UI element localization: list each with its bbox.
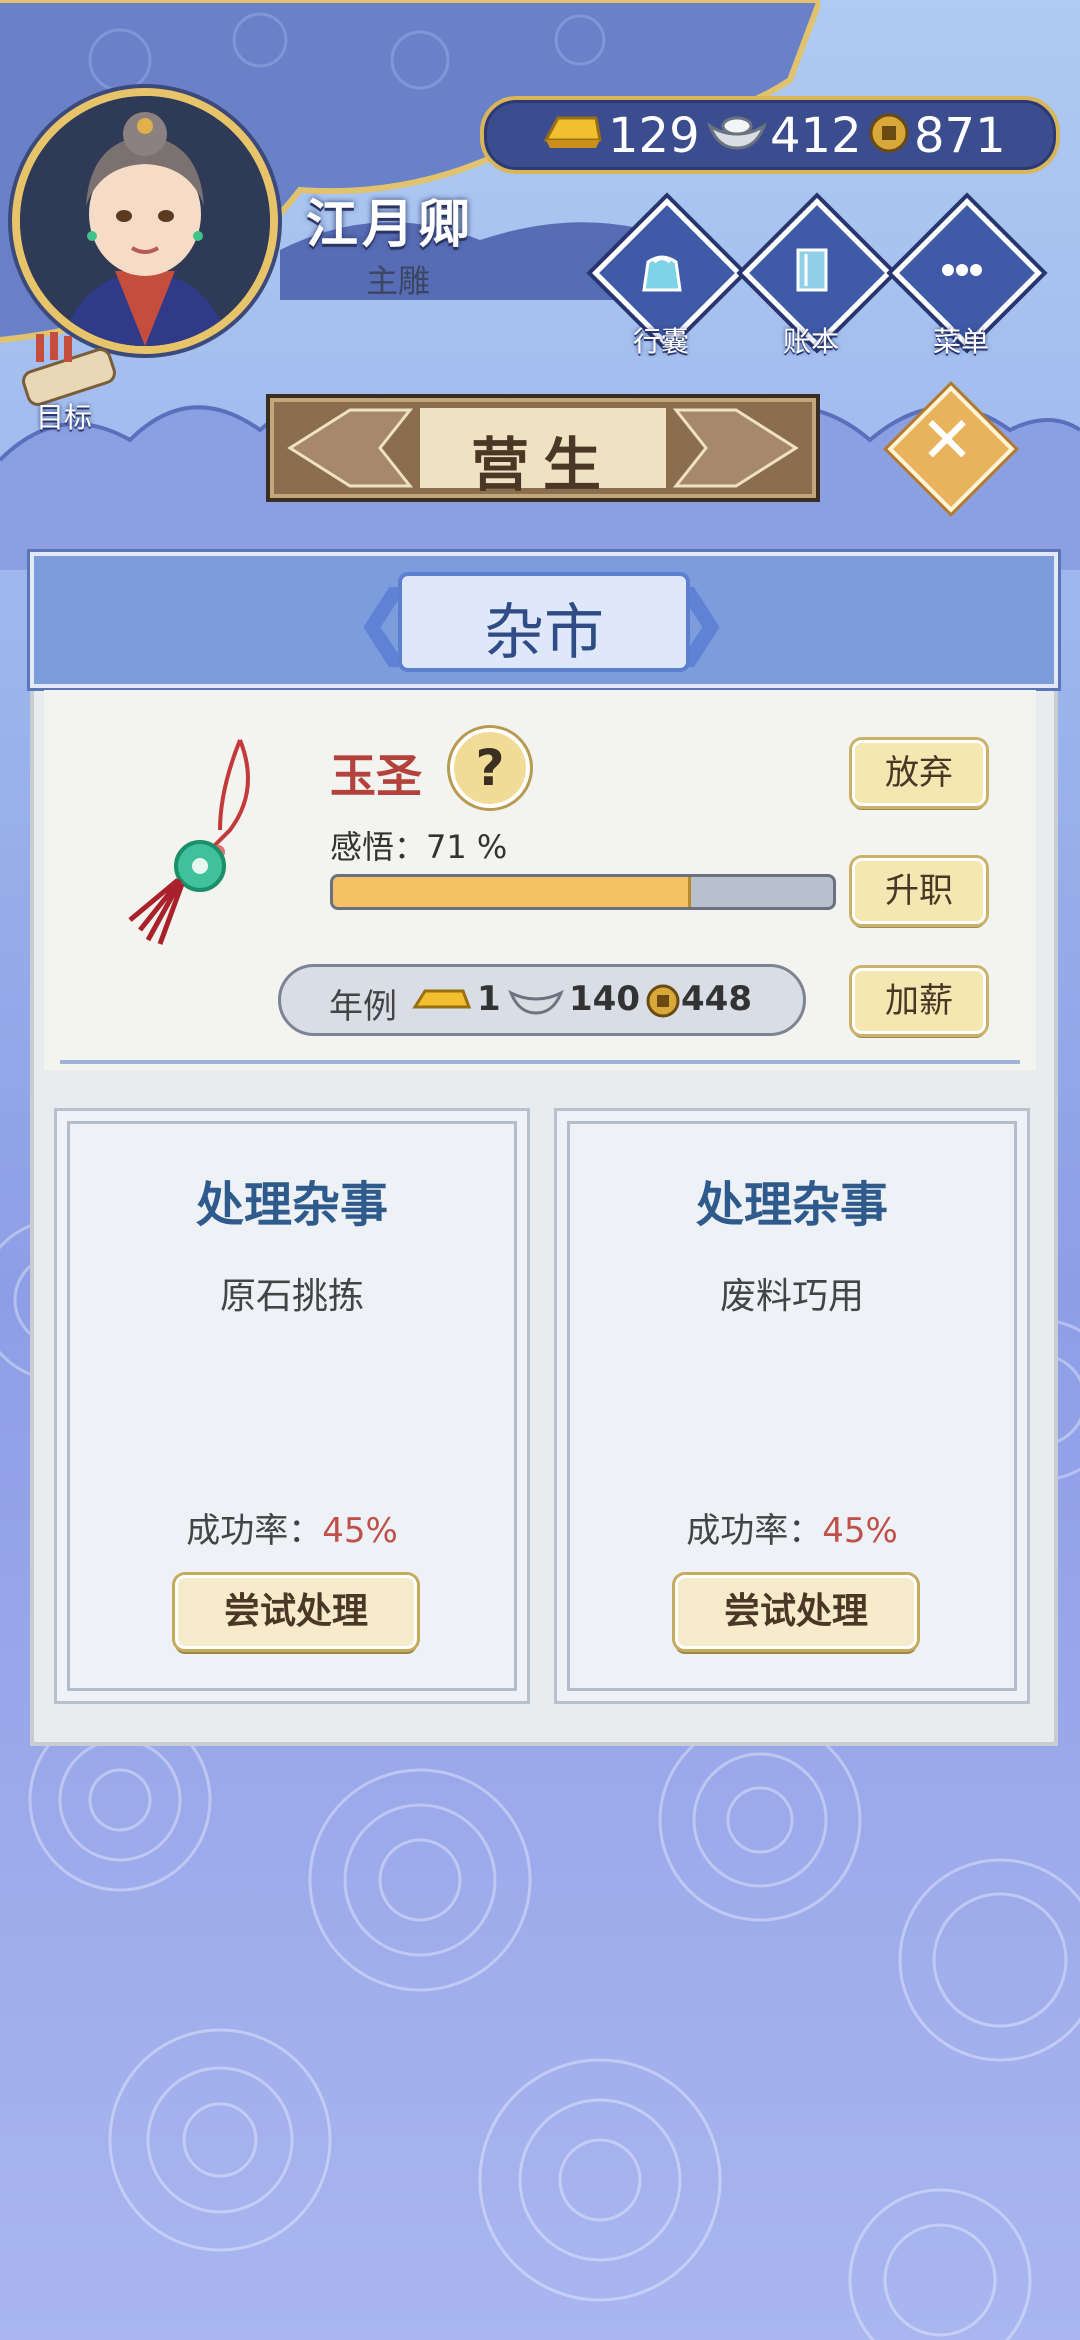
close-icon[interactable]: ✕: [904, 398, 990, 484]
ledger-label: 账本: [782, 325, 839, 358]
task-title: 处理杂事: [695, 1177, 888, 1233]
abandon-button[interactable]: 放弃: [852, 740, 986, 806]
success-rate-value: 45%: [322, 1511, 398, 1551]
silver-ingot-icon: [707, 116, 767, 150]
insight-label: 感悟：71 %: [330, 822, 507, 868]
menu-icon: [942, 264, 982, 276]
gold-ingot-icon: [543, 116, 602, 148]
task-subtitle: 废料巧用: [719, 1276, 864, 1317]
task-card: 处理杂事 废料巧用 成功率：45% 尝试处理: [554, 1108, 1030, 1704]
bag-icon: [642, 255, 682, 292]
page-banner: 营生: [266, 394, 820, 502]
bag-label: 行囊: [632, 325, 689, 358]
ledger-button[interactable]: 账本: [742, 198, 892, 360]
player-title: 主雕: [366, 262, 431, 300]
avatar-portrait: [20, 96, 270, 346]
salary-gold: 1: [477, 979, 501, 1019]
menu-label: 菜单: [932, 325, 989, 358]
player-name: 江月卿: [306, 195, 475, 255]
insight-progress-fill: [333, 877, 691, 907]
task-success-rate: 成功率：45%: [557, 1503, 1027, 1552]
coin-amount: 871: [914, 108, 1006, 164]
success-rate-label: 成功率：: [186, 1511, 323, 1551]
banner-plate: 营生: [420, 408, 666, 499]
raise-salary-button[interactable]: 加薪: [852, 968, 986, 1034]
copper-coin-icon: [646, 984, 680, 1018]
success-rate-label: 成功率：: [686, 1511, 823, 1551]
insight-label-text: 感悟：: [330, 828, 427, 866]
player-avatar[interactable]: [12, 88, 278, 354]
help-button[interactable]: ?: [450, 728, 530, 808]
goal-label: 目标: [35, 401, 92, 434]
insight-value: 71 %: [426, 828, 508, 866]
task-subtitle: 原石挑拣: [219, 1276, 364, 1317]
menu-button[interactable]: 菜单: [892, 198, 1042, 360]
ledger-icon: [796, 248, 828, 292]
gold-ingot-icon: [412, 989, 472, 1009]
goal-button[interactable]: 目标: [14, 330, 124, 440]
success-rate-value: 45%: [822, 1511, 898, 1551]
silver-ingot-icon: [508, 989, 564, 1015]
salary-coin: 448: [681, 979, 752, 1019]
try-task-button[interactable]: 尝试处理: [175, 1575, 417, 1649]
try-task-button[interactable]: 尝试处理: [675, 1575, 917, 1649]
gold-amount: 129: [608, 108, 700, 164]
promote-button[interactable]: 升职: [852, 858, 986, 924]
section-divider: [60, 1060, 1020, 1064]
job-title: 玉圣: [330, 749, 422, 803]
panel-title: 杂市: [484, 598, 604, 668]
salary-label: 年例: [329, 987, 397, 1027]
jade-pendant-icon: [128, 739, 250, 945]
copper-coin-icon: [869, 113, 909, 153]
salary-pill: 年例 1 140 448: [278, 964, 806, 1036]
task-card: 处理杂事 原石挑拣 成功率：45% 尝试处理: [54, 1108, 530, 1704]
bag-button[interactable]: 行囊: [592, 198, 742, 360]
task-success-rate: 成功率：45%: [57, 1503, 527, 1552]
task-title: 处理杂事: [195, 1177, 388, 1233]
salary-silver: 140: [569, 979, 640, 1019]
currency-bar: 129 412 871: [480, 96, 1060, 174]
insight-progress-bar: [330, 874, 836, 910]
silver-amount: 412: [770, 108, 862, 164]
page-title: 营生: [470, 431, 615, 499]
